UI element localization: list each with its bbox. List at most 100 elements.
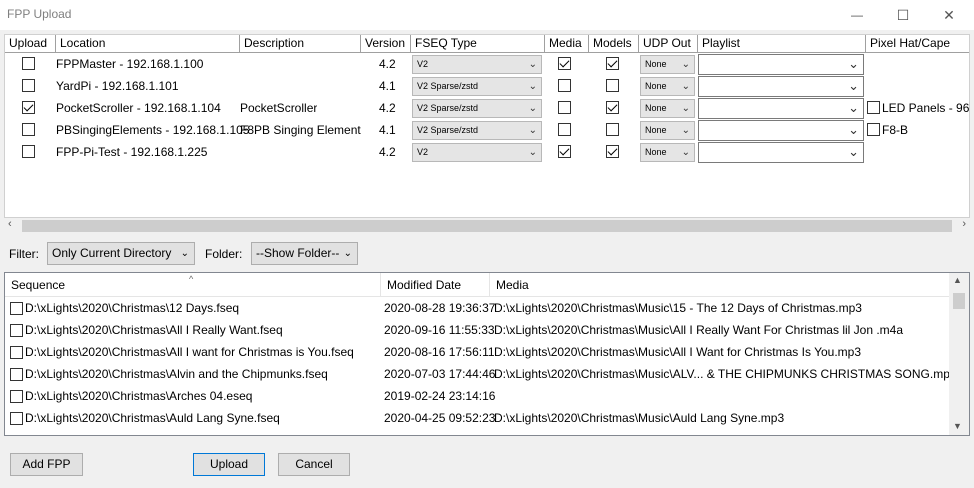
list-item[interactable]: D:\xLights\2020\Christmas\All I want for…	[5, 341, 949, 363]
upload-checkbox[interactable]	[22, 57, 35, 70]
models-checkbox[interactable]	[606, 101, 619, 114]
folder-label: Folder:	[205, 247, 243, 261]
upload-button[interactable]: Upload	[193, 453, 265, 476]
sequence-checkbox[interactable]	[10, 390, 23, 403]
close-icon: ✕	[943, 6, 955, 23]
sequence-checkbox[interactable]	[10, 346, 23, 359]
pixel-hat-checkbox[interactable]	[867, 123, 880, 136]
column-header-version[interactable]: Version	[361, 35, 411, 53]
chevron-down-icon: ⌄	[848, 144, 859, 159]
vertical-scrollbar[interactable]: ▲ ▼	[949, 273, 969, 435]
upload-checkbox[interactable]	[22, 145, 35, 158]
instance-row: PBSingingElements - 192.168.1.105 F8PB S…	[5, 119, 969, 141]
cancel-button[interactable]: Cancel	[278, 453, 350, 476]
version-cell: 4.2	[379, 101, 396, 115]
models-checkbox[interactable]	[606, 123, 619, 136]
title-bar: FPP Upload — ☐ ✕	[0, 0, 974, 30]
media-checkbox[interactable]	[558, 79, 571, 92]
scrollbar-thumb[interactable]	[953, 293, 965, 309]
fseq-type-select[interactable]: V2 ⌄	[412, 143, 542, 162]
fpp-instances-grid: Upload Location Description Version FSEQ…	[4, 34, 970, 218]
media-checkbox[interactable]	[558, 57, 571, 70]
sequence-checkbox[interactable]	[10, 412, 23, 425]
minimize-button[interactable]: —	[834, 0, 880, 30]
playlist-select[interactable]: ⌄	[698, 98, 864, 119]
upload-checkbox[interactable]	[22, 79, 35, 92]
list-item[interactable]: D:\xLights\2020\Christmas\All I Really W…	[5, 319, 949, 341]
chevron-down-icon: ⌄	[681, 125, 690, 136]
column-header-udp-out[interactable]: UDP Out	[639, 35, 698, 53]
sort-ascending-icon: ^	[189, 274, 194, 284]
pixel-hat-checkbox[interactable]	[867, 101, 880, 114]
fseq-type-select[interactable]: V2 ⌄	[412, 55, 542, 74]
udp-out-select[interactable]: None ⌄	[640, 77, 695, 96]
chevron-down-icon: ⌄	[848, 56, 859, 71]
description-cell: PocketScroller	[240, 101, 318, 115]
udp-out-select[interactable]: None ⌄	[640, 121, 695, 140]
close-button[interactable]: ✕	[926, 0, 972, 30]
location-cell: FPP-Pi-Test - 192.168.1.225	[56, 145, 208, 159]
list-item[interactable]: D:\xLights\2020\Christmas\Arches 04.eseq…	[5, 385, 949, 407]
column-header-playlist[interactable]: Playlist	[698, 35, 866, 53]
list-item[interactable]: D:\xLights\2020\Christmas\Auld Lang Syne…	[5, 407, 949, 429]
add-fpp-button[interactable]: Add FPP	[10, 453, 83, 476]
fseq-type-select[interactable]: V2 Sparse/zstd ⌄	[412, 99, 542, 118]
sequence-list: Sequence ^ Modified Date Media D:\xLight…	[4, 272, 970, 436]
column-header-fseq-type[interactable]: FSEQ Type	[411, 35, 545, 53]
column-header-description[interactable]: Description	[240, 35, 361, 53]
column-header-modified-date[interactable]: Modified Date	[381, 273, 490, 297]
udp-out-select[interactable]: None ⌄	[640, 143, 695, 162]
location-cell: FPPMaster - 192.168.1.100	[56, 57, 204, 71]
media-checkbox[interactable]	[558, 123, 571, 136]
location-cell: PBSingingElements - 192.168.1.105	[56, 123, 250, 137]
folder-select[interactable]: --Show Folder-- ⌄	[251, 242, 358, 265]
column-header-sequence[interactable]: Sequence ^	[5, 273, 381, 297]
horizontal-scrollbar[interactable]: ‹ ›	[4, 218, 970, 234]
upload-checkbox[interactable]	[22, 123, 35, 136]
column-header-media[interactable]: Media	[545, 35, 589, 53]
version-cell: 4.2	[379, 145, 396, 159]
filter-select[interactable]: Only Current Directory ⌄	[47, 242, 195, 265]
scroll-left-icon[interactable]: ‹	[8, 218, 12, 230]
list-item[interactable]: D:\xLights\2020\Christmas\Alvin and the …	[5, 363, 949, 385]
scroll-right-icon[interactable]: ›	[962, 218, 966, 230]
column-header-media[interactable]: Media	[490, 273, 949, 297]
maximize-icon: ☐	[896, 6, 910, 23]
sequence-checkbox[interactable]	[10, 302, 23, 315]
list-item[interactable]: D:\xLights\2020\Christmas\12 Days.fseq 2…	[5, 297, 949, 319]
fseq-type-select[interactable]: V2 Sparse/zstd ⌄	[412, 77, 542, 96]
column-header-upload[interactable]: Upload	[5, 35, 56, 53]
sequence-checkbox[interactable]	[10, 324, 23, 337]
models-checkbox[interactable]	[606, 79, 619, 92]
udp-out-select[interactable]: None ⌄	[640, 55, 695, 74]
column-header-pixel-hat[interactable]: Pixel Hat/Cape	[866, 35, 969, 53]
pixel-hat-cell: LED Panels - 96x	[882, 101, 970, 115]
models-checkbox[interactable]	[606, 57, 619, 70]
location-cell: YardPi - 192.168.1.101	[56, 79, 179, 93]
chevron-down-icon: ⌄	[528, 125, 537, 136]
fseq-type-select[interactable]: V2 Sparse/zstd ⌄	[412, 121, 542, 140]
chevron-down-icon: ⌄	[848, 100, 859, 115]
playlist-select[interactable]: ⌄	[698, 76, 864, 97]
scroll-down-icon[interactable]: ▼	[953, 421, 962, 431]
scrollbar-thumb[interactable]	[22, 220, 952, 232]
version-cell: 4.1	[379, 123, 396, 137]
sequence-checkbox[interactable]	[10, 368, 23, 381]
playlist-select[interactable]: ⌄	[698, 120, 864, 141]
column-header-models[interactable]: Models	[589, 35, 639, 53]
column-header-location[interactable]: Location	[56, 35, 240, 53]
grid-header: Upload Location Description Version FSEQ…	[5, 35, 969, 53]
udp-out-select[interactable]: None ⌄	[640, 99, 695, 118]
chevron-down-icon: ⌄	[848, 122, 859, 137]
media-checkbox[interactable]	[558, 101, 571, 114]
maximize-button[interactable]: ☐	[880, 0, 926, 30]
models-checkbox[interactable]	[606, 145, 619, 158]
media-checkbox[interactable]	[558, 145, 571, 158]
upload-checkbox[interactable]	[22, 101, 35, 114]
scroll-up-icon[interactable]: ▲	[953, 275, 962, 285]
minimize-icon: —	[851, 8, 863, 22]
chevron-down-icon: ⌄	[528, 59, 537, 70]
playlist-select[interactable]: ⌄	[698, 142, 864, 163]
instance-row: FPP-Pi-Test - 192.168.1.225 4.2 V2 ⌄ None…	[5, 141, 969, 163]
playlist-select[interactable]: ⌄	[698, 54, 864, 75]
